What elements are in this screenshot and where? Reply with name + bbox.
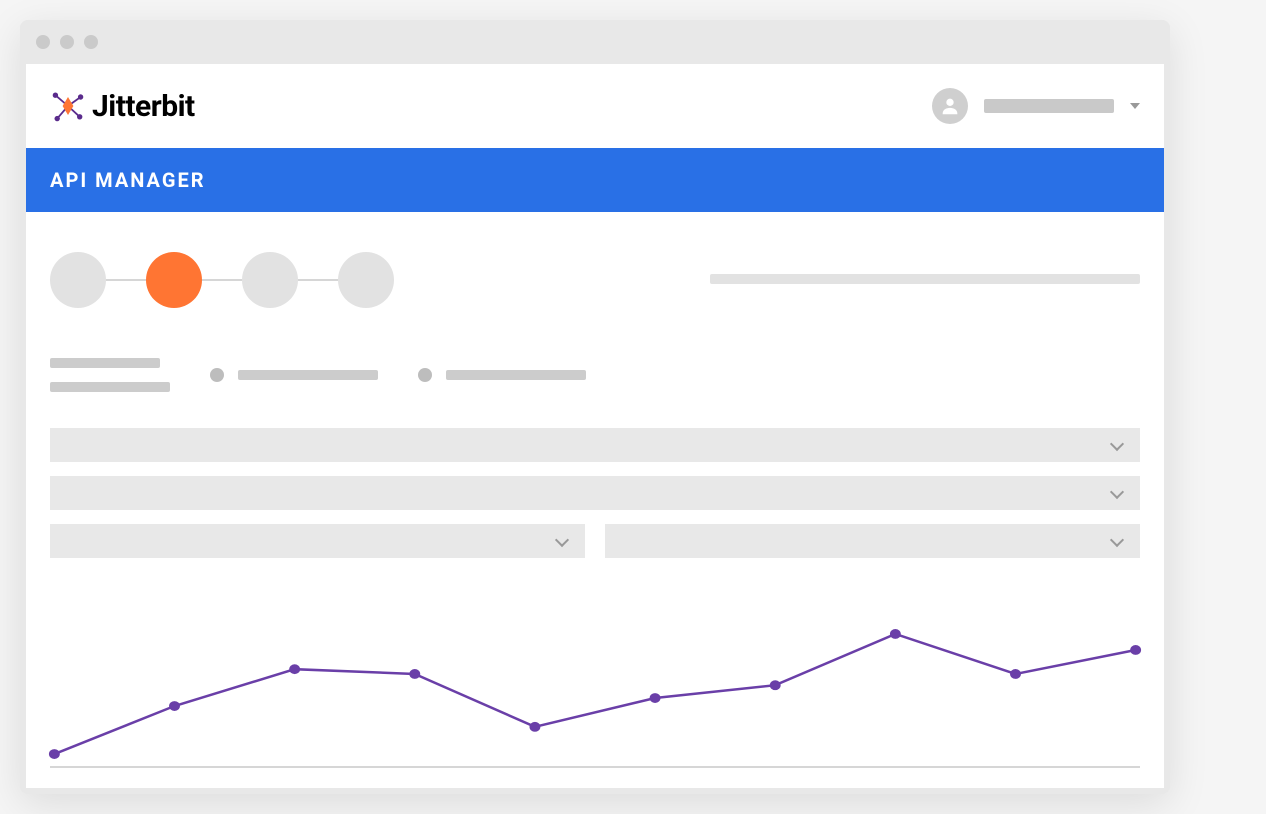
text-placeholder bbox=[50, 382, 170, 392]
window-titlebar bbox=[20, 20, 1170, 64]
step-connector bbox=[104, 279, 148, 281]
step-1[interactable] bbox=[50, 252, 106, 308]
stepper bbox=[50, 252, 394, 308]
info-text-block bbox=[50, 358, 170, 392]
main-area bbox=[26, 212, 1164, 788]
dropdown-2[interactable] bbox=[50, 476, 1140, 510]
chevron-down-icon bbox=[1110, 436, 1124, 450]
text-placeholder bbox=[238, 370, 378, 380]
step-2[interactable] bbox=[146, 252, 202, 308]
page-title-banner: API MANAGER bbox=[26, 148, 1164, 212]
page-title: API MANAGER bbox=[50, 168, 206, 192]
window-close-icon[interactable] bbox=[36, 35, 50, 49]
bullet-dot-icon bbox=[210, 368, 224, 382]
bullet-item-2 bbox=[418, 368, 586, 382]
chevron-down-icon bbox=[1130, 103, 1140, 109]
avatar-icon bbox=[932, 88, 968, 124]
step-3[interactable] bbox=[242, 252, 298, 308]
bullet-item-1 bbox=[210, 368, 378, 382]
step-connector bbox=[200, 279, 244, 281]
app-window: Jitterbit API MANAGER bbox=[20, 20, 1170, 794]
logo-mark-icon bbox=[50, 88, 86, 124]
logo-text: Jitterbit bbox=[92, 89, 195, 124]
dropdown-row bbox=[50, 524, 1140, 558]
heading-placeholder bbox=[710, 274, 1140, 284]
app-content: Jitterbit API MANAGER bbox=[26, 64, 1164, 788]
user-name-placeholder bbox=[984, 99, 1114, 113]
info-row bbox=[50, 358, 1140, 392]
dropdowns-group bbox=[50, 428, 1140, 558]
step-4[interactable] bbox=[338, 252, 394, 308]
text-placeholder bbox=[446, 370, 586, 380]
bullet-dot-icon bbox=[418, 368, 432, 382]
window-minimize-icon[interactable] bbox=[60, 35, 74, 49]
app-topbar: Jitterbit bbox=[26, 64, 1164, 148]
text-placeholder bbox=[50, 358, 160, 368]
chevron-down-icon bbox=[1110, 484, 1124, 498]
chevron-down-icon bbox=[555, 532, 569, 546]
window-maximize-icon[interactable] bbox=[84, 35, 98, 49]
step-connector bbox=[296, 279, 340, 281]
dropdown-3[interactable] bbox=[50, 524, 585, 558]
dropdown-4[interactable] bbox=[605, 524, 1140, 558]
top-row bbox=[50, 252, 1140, 308]
dropdown-1[interactable] bbox=[50, 428, 1140, 462]
brand-logo[interactable]: Jitterbit bbox=[50, 88, 195, 124]
line-chart bbox=[50, 598, 1140, 768]
chevron-down-icon bbox=[1110, 532, 1124, 546]
user-menu[interactable] bbox=[932, 88, 1140, 124]
